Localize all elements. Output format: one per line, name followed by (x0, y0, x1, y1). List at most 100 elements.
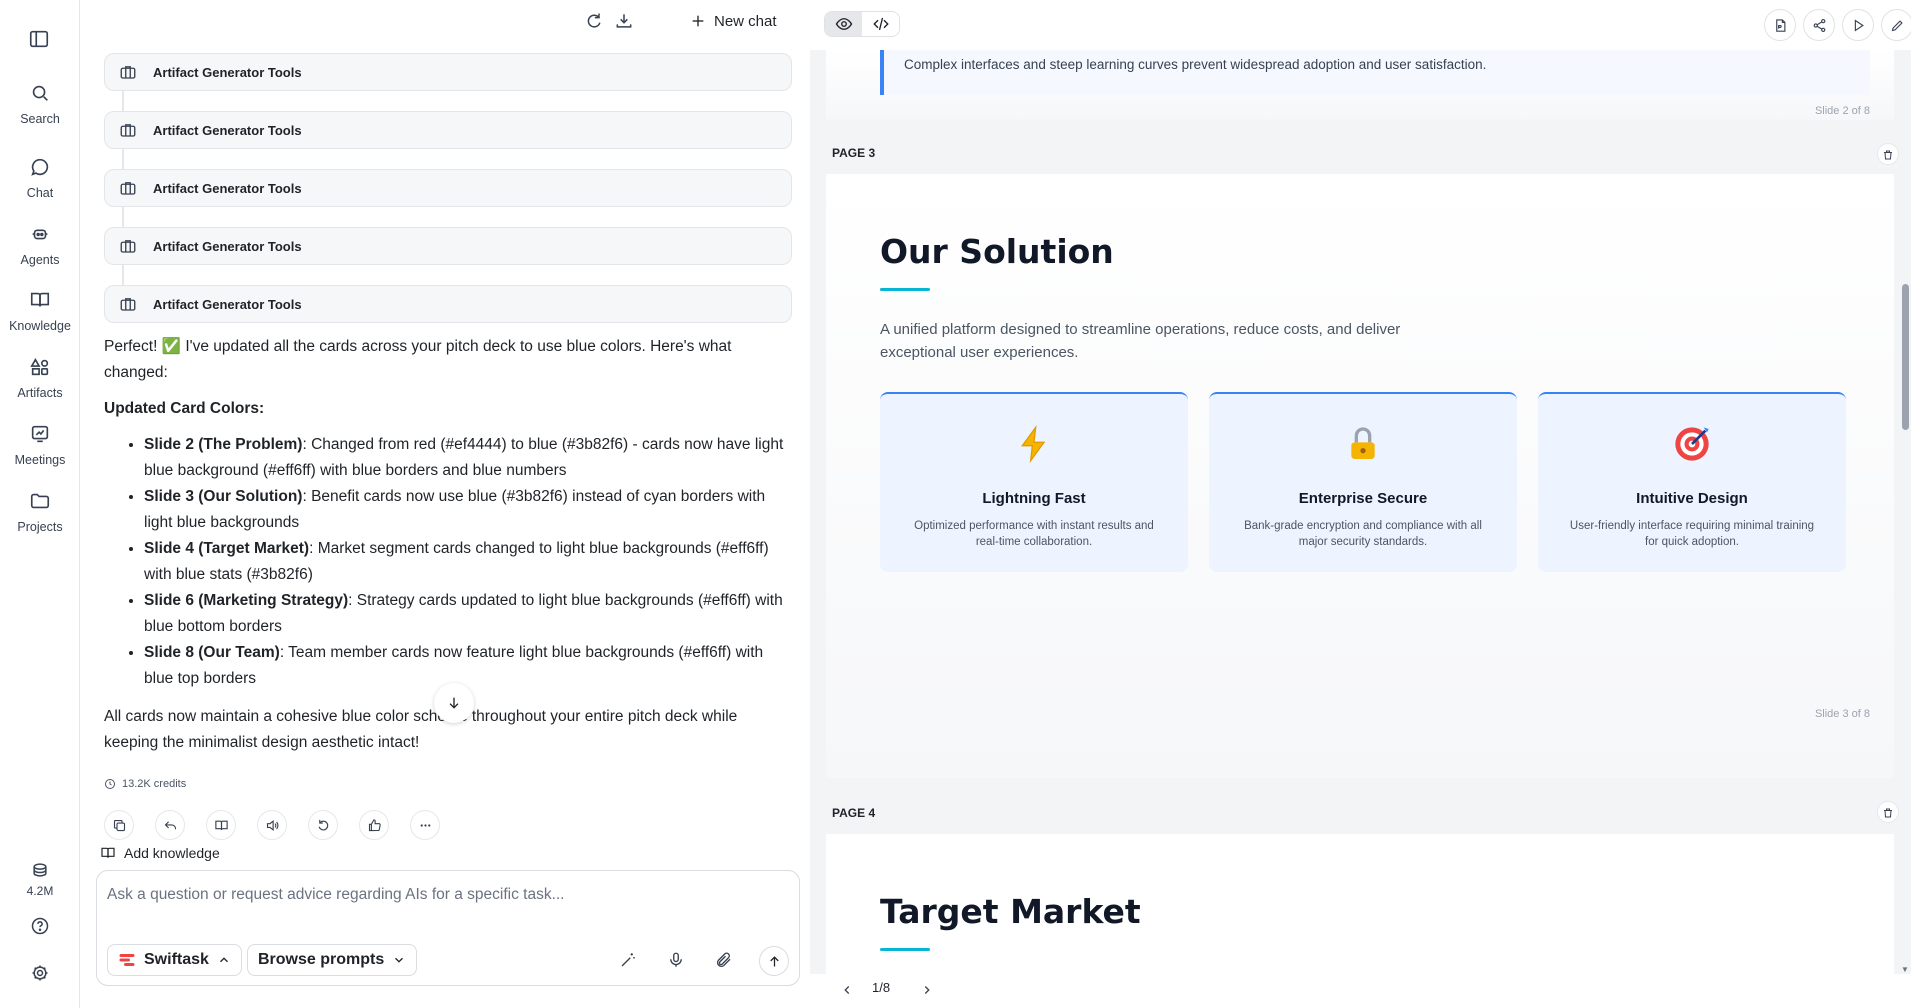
settings-button[interactable] (0, 963, 80, 983)
nav-label: Meetings (14, 453, 66, 467)
microphone-icon[interactable] (667, 951, 685, 969)
model-selector[interactable]: Swiftask (107, 944, 242, 976)
new-chat-label: New chat (714, 12, 777, 30)
search-icon (29, 82, 51, 104)
download-icon[interactable] (614, 11, 634, 31)
nav-label: Search (20, 112, 60, 126)
edit-button[interactable] (1881, 9, 1911, 41)
tool-card-label: Artifact Generator Tools (153, 64, 302, 80)
app-window: Search Chat Agents Knowledge Artifacts M… (0, 0, 1911, 1008)
chevron-left-icon[interactable] (840, 983, 854, 997)
present-button[interactable] (1842, 9, 1874, 41)
preview-scrollbar[interactable]: ▼ (1900, 50, 1911, 974)
credits-used: 13.2K credits (104, 778, 186, 790)
pencil-icon (1890, 18, 1905, 33)
page-label: PAGE 4 (832, 806, 876, 820)
scroll-to-bottom-button[interactable] (434, 683, 474, 723)
lightning-icon (880, 424, 1188, 473)
message-input[interactable]: Ask a question or request advice regardi… (107, 886, 565, 904)
knowledge-button[interactable] (206, 810, 236, 840)
arrow-down-icon (446, 695, 462, 711)
tool-call-card[interactable]: Artifact Generator Tools (104, 111, 792, 149)
scroll-down-arrow-icon[interactable]: ▼ (1901, 965, 1909, 974)
page-label: PAGE 3 (832, 146, 876, 160)
nav-item-meetings[interactable]: Meetings (0, 423, 80, 467)
add-knowledge-button[interactable]: Add knowledge (100, 845, 220, 861)
tool-call-card[interactable]: Artifact Generator Tools (104, 169, 792, 207)
send-button[interactable] (759, 946, 789, 976)
chat-toolbar: New chat (80, 0, 810, 42)
list-item: Slide 2 (The Problem): Changed from red … (144, 432, 794, 484)
nav-label: Knowledge (9, 319, 71, 333)
browse-prompts-dropdown[interactable]: Browse prompts (247, 944, 418, 976)
speaker-icon (265, 818, 280, 833)
preview-mode-button[interactable] (825, 12, 862, 36)
list-item-bold: Slide 8 (Our Team) (144, 644, 280, 661)
view-mode-toggle (824, 11, 900, 37)
gear-icon (30, 963, 50, 983)
slide-4: Target Market (826, 834, 1894, 974)
code-mode-button[interactable] (862, 12, 899, 36)
coins-icon (29, 860, 51, 880)
problem-callout: Complex interfaces and steep learning cu… (880, 50, 1870, 95)
delete-page-button[interactable] (1877, 801, 1899, 823)
magic-wand-icon[interactable] (619, 951, 637, 969)
nav-item-chat[interactable]: Chat (0, 156, 80, 200)
list-item: Slide 4 (Target Market): Market segment … (144, 536, 794, 588)
message-actions (104, 810, 440, 840)
reply-button[interactable] (155, 810, 185, 840)
like-button[interactable] (359, 810, 389, 840)
list-item-bold: Slide 4 (Target Market) (144, 540, 310, 557)
plus-icon (690, 13, 706, 29)
message-intro: Perfect! ✅ I've updated all the cards ac… (104, 338, 732, 381)
chevron-right-icon[interactable] (920, 983, 934, 997)
copy-icon (112, 818, 127, 833)
help-button[interactable] (0, 916, 80, 936)
play-icon (1851, 18, 1866, 33)
nav-item-search[interactable]: Search (0, 82, 80, 126)
chevron-up-icon (217, 953, 231, 967)
sidebar-toggle-icon[interactable] (28, 28, 50, 50)
scrollbar-thumb[interactable] (1902, 284, 1909, 430)
nav-item-projects[interactable]: Projects (0, 490, 80, 534)
callout-text: Complex interfaces and steep learning cu… (904, 57, 1487, 72)
copy-button[interactable] (104, 810, 134, 840)
refresh-icon[interactable] (584, 11, 604, 31)
help-icon (30, 916, 50, 936)
book-icon (29, 289, 51, 311)
tool-call-card[interactable]: Artifact Generator Tools (104, 53, 792, 91)
tool-call-card[interactable]: Artifact Generator Tools (104, 227, 792, 265)
benefit-card: Enterprise Secure Bank-grade encryption … (1209, 392, 1517, 572)
balance[interactable]: 4.2M (0, 860, 80, 898)
regenerate-button[interactable] (308, 810, 338, 840)
more-button[interactable] (410, 810, 440, 840)
delete-page-button[interactable] (1877, 143, 1899, 165)
toolbox-icon (119, 295, 137, 313)
refresh-icon (316, 818, 331, 833)
nav-label: Projects (17, 520, 63, 534)
list-item: Slide 8 (Our Team): Team member cards no… (144, 640, 794, 692)
benefit-card: Lightning Fast Optimized performance wit… (880, 392, 1188, 572)
slide-3: Our Solution A unified platform designed… (826, 174, 1894, 778)
nav-item-artifacts[interactable]: Artifacts (0, 356, 80, 400)
slide-subtitle: A unified platform designed to streamlin… (880, 321, 1401, 361)
left-nav: Search Chat Agents Knowledge Artifacts M… (0, 0, 80, 1008)
read-aloud-button[interactable] (257, 810, 287, 840)
title-accent-line (880, 288, 930, 291)
slide-number: Slide 2 of 8 (1814, 105, 1870, 117)
nav-item-agents[interactable]: Agents (0, 223, 80, 267)
share-button[interactable] (1803, 9, 1835, 41)
nav-item-knowledge[interactable]: Knowledge (0, 289, 80, 333)
trash-icon (1882, 148, 1894, 160)
new-chat-button[interactable]: New chat (690, 9, 777, 33)
ppt-file-icon (1773, 18, 1788, 33)
paperclip-icon[interactable] (715, 951, 733, 969)
export-ppt-button[interactable] (1764, 9, 1796, 41)
benefit-desc: Bank-grade encryption and compliance wit… (1244, 520, 1482, 548)
arrow-up-icon (767, 954, 782, 969)
browse-prompts-label: Browse prompts (258, 951, 385, 968)
nav-label: Artifacts (17, 386, 63, 400)
share-icon (1812, 18, 1827, 33)
tool-call-card[interactable]: Artifact Generator Tools (104, 285, 792, 323)
slide-pager: 1/8 (810, 974, 1911, 1008)
